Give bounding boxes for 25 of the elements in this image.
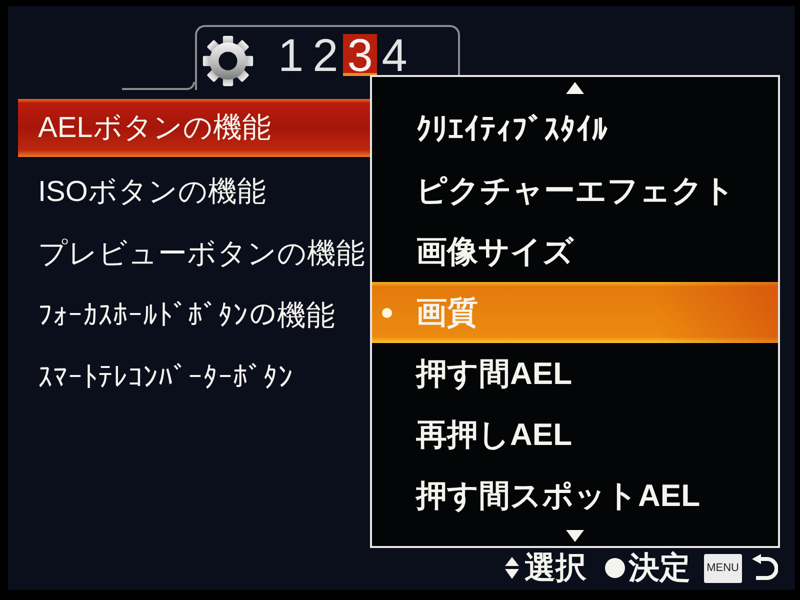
gear-icon <box>202 35 254 87</box>
menu-item[interactable]: ｽﾏｰﾄﾃﾚｺﾝﾊﾞｰﾀｰﾎﾞﾀﾝ <box>18 347 372 409</box>
dropdown-option[interactable]: 押す間スポットAEL <box>372 465 778 526</box>
dropdown-option[interactable]: 画像サイズ <box>372 221 778 282</box>
menu-item[interactable]: プレビューボタンの機能 <box>18 223 372 285</box>
dropdown-option[interactable]: ｸﾘｴｲﾃｨﾌﾞｽﾀｲﾙ <box>372 99 778 160</box>
page-tab[interactable]: 3 <box>343 34 377 76</box>
menu-key: MENU <box>704 554 742 582</box>
page-tab[interactable]: 4 <box>378 34 412 76</box>
menu-item[interactable]: AELボタンの機能 <box>18 99 372 157</box>
dropdown-option[interactable]: 押す間AEL <box>372 343 778 404</box>
dropdown-option[interactable]: ピクチャーエフェクト <box>372 160 778 221</box>
hint-label: 選択 <box>524 549 587 587</box>
page-tab[interactable]: 2 <box>308 34 342 76</box>
hint-label: 決定 <box>628 549 691 587</box>
menu-item[interactable]: ISOボタンの機能 <box>18 161 372 223</box>
dropdown-option[interactable]: 再押しAEL <box>372 404 778 465</box>
center-button-icon <box>604 558 625 578</box>
menu-item[interactable]: ﾌｫｰｶｽﾎｰﾙﾄﾞﾎﾞﾀﾝの機能 <box>18 285 372 347</box>
scroll-down-icon[interactable] <box>566 530 584 542</box>
scroll-up-icon[interactable] <box>566 82 584 94</box>
return-arrow-icon <box>752 554 778 582</box>
bullet-icon <box>382 308 392 318</box>
page-tab[interactable]: 1 <box>274 34 308 76</box>
up-down-arrows-icon <box>504 557 519 579</box>
